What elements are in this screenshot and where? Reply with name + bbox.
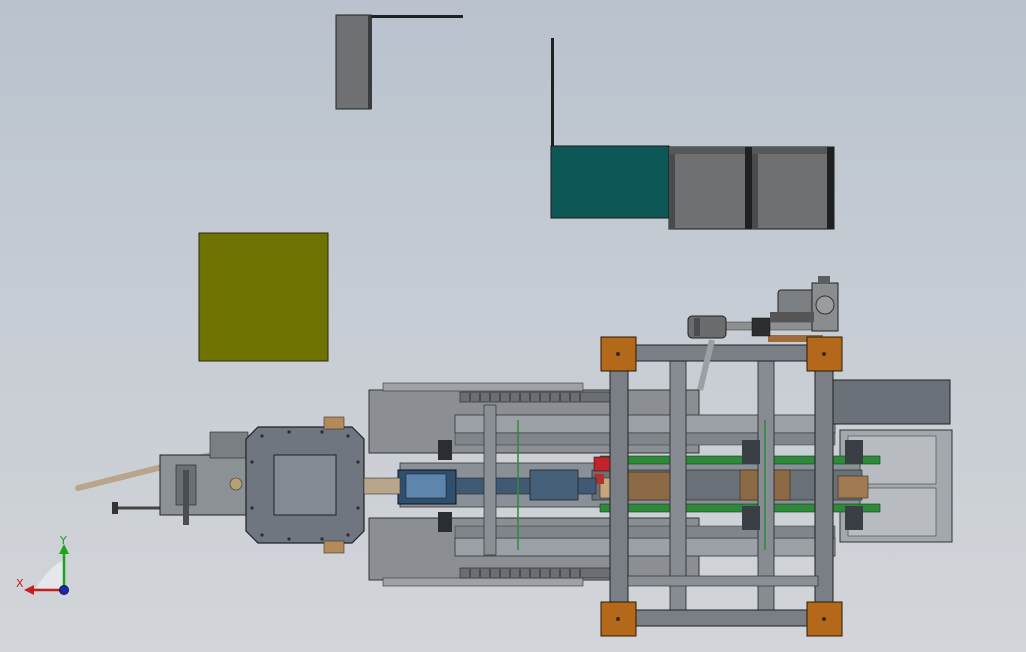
feeder-assembly[interactable]: [75, 416, 401, 554]
gray-cabinet-left[interactable]: [668, 146, 753, 230]
olive-plate[interactable]: [198, 232, 329, 362]
coordinate-triad: Y X: [16, 534, 69, 595]
cad-viewport[interactable]: Y X: [0, 0, 1026, 652]
x-axis-label: X: [16, 577, 24, 590]
gray-cabinet-small[interactable]: [335, 14, 463, 110]
main-machine-frame[interactable]: [368, 336, 953, 637]
machine-assembly-scene[interactable]: Y X: [0, 0, 1026, 652]
motor-assembly[interactable]: [687, 276, 839, 342]
y-axis-label: Y: [59, 534, 67, 547]
teal-cabinet-group[interactable]: [550, 38, 835, 230]
gray-cabinet-right[interactable]: [751, 146, 835, 230]
